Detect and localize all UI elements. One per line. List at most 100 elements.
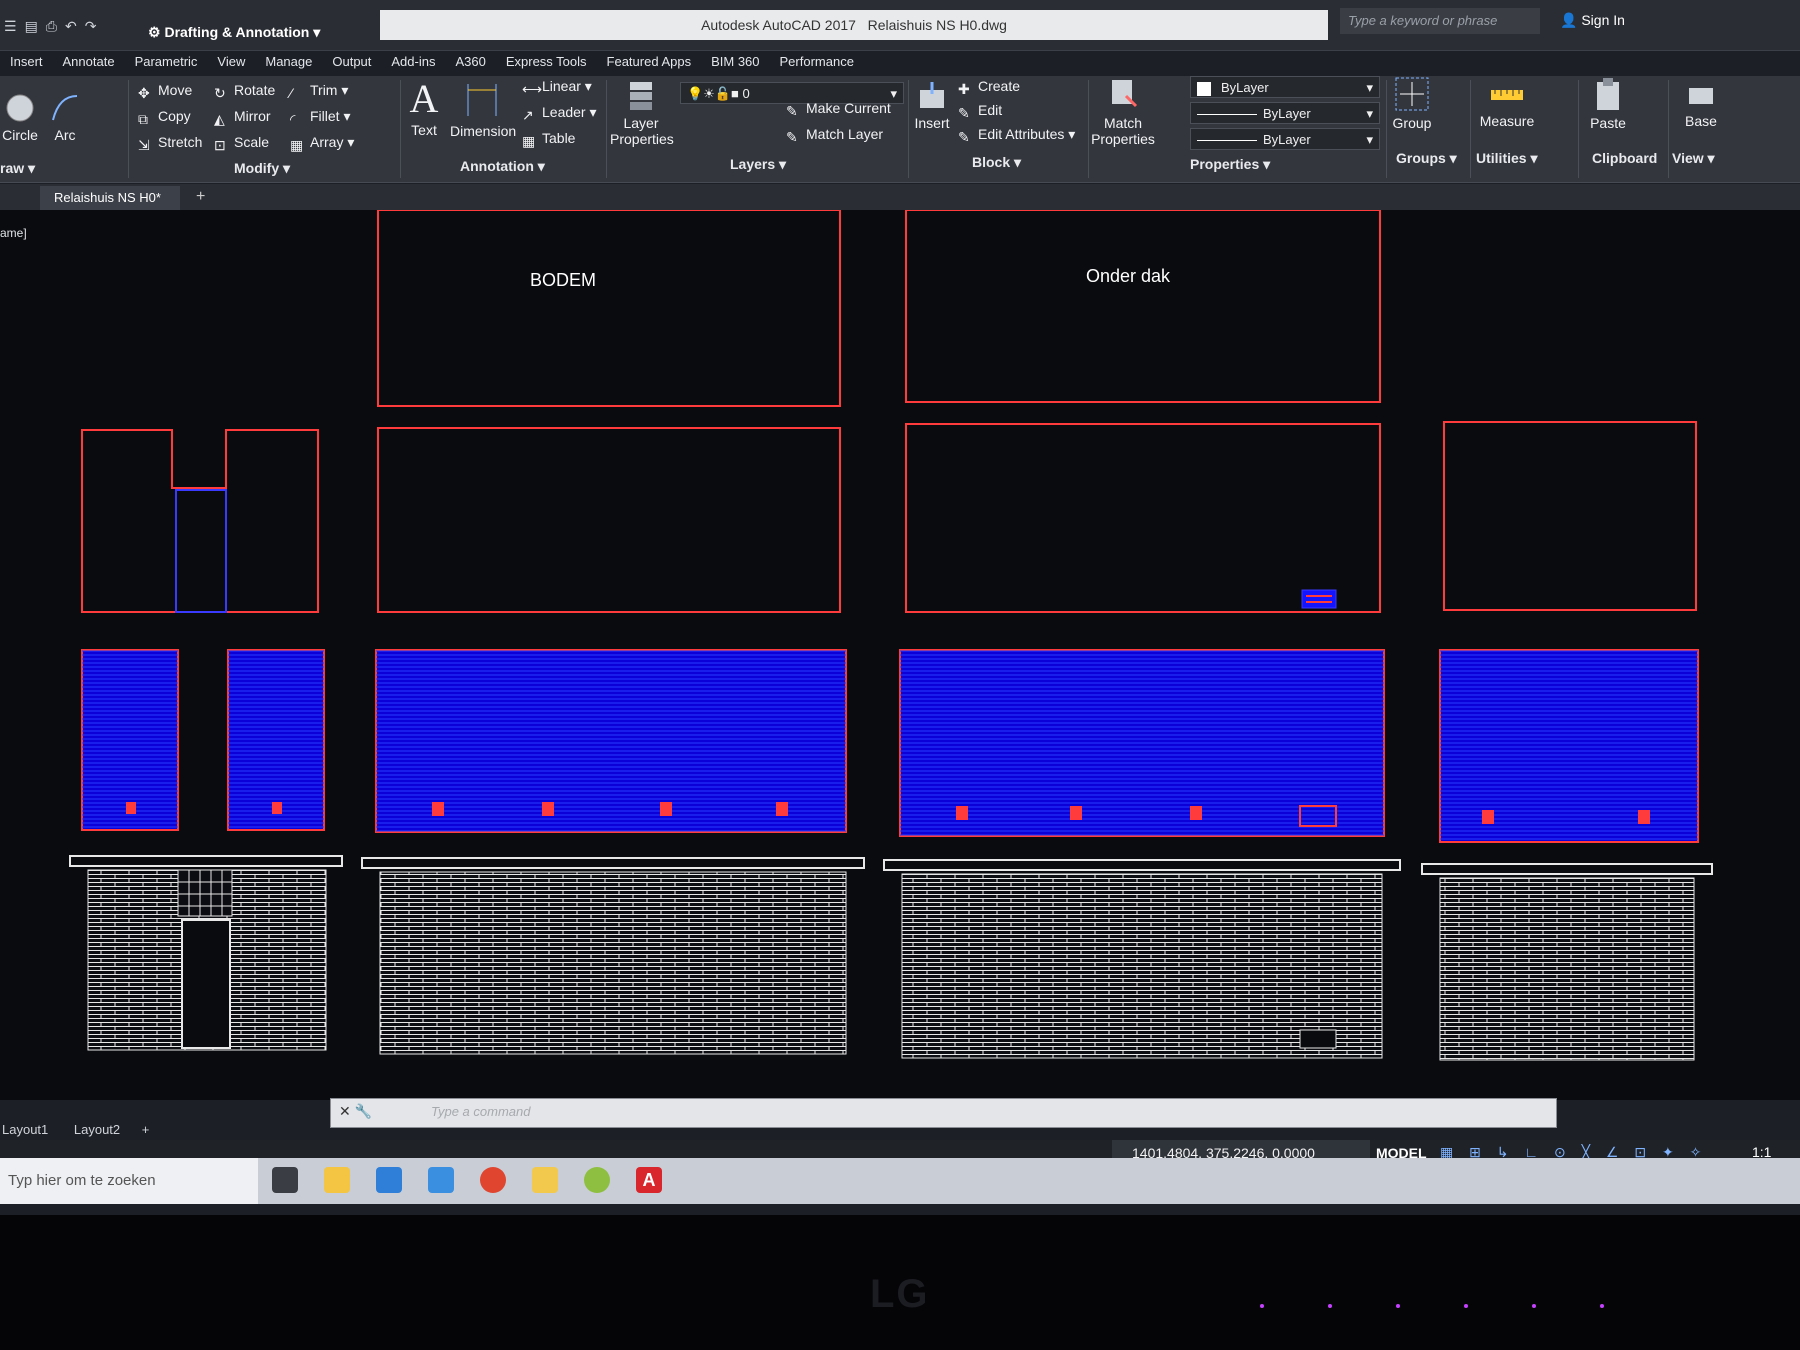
new-tab-icon[interactable]: + [196,188,205,206]
print-icon[interactable]: ⎙ [46,18,57,35]
tab-featured-apps[interactable]: Featured Apps [597,52,702,74]
open-icon[interactable]: ▤ [25,18,38,35]
fillet-button[interactable]: ◜ Fillet ▾ [290,108,350,127]
paste-button[interactable]: Paste [1582,76,1634,131]
linear-button[interactable]: ⟷Linear ▾ [522,78,592,97]
brick-wall-side[interactable] [1439,877,1695,1061]
tab-bim-360[interactable]: BIM 360 [701,52,769,74]
annotation-panel-title[interactable]: Annotation ▾ [460,158,545,175]
layer-properties-button[interactable]: Layer Properties [610,76,674,147]
draw-panel-title[interactable]: raw ▾ [0,160,35,177]
bodem-outline[interactable] [377,209,841,407]
task-view-icon[interactable] [272,1167,298,1193]
edit-block-button[interactable]: ✎ Edit [958,102,1002,121]
store-icon[interactable] [376,1167,402,1193]
modify-panel-title[interactable]: Modify ▾ [234,160,290,177]
door-outline[interactable] [175,489,227,613]
media-icon[interactable] [532,1167,558,1193]
edit-attributes-button[interactable]: ✎ Edit Attributes ▾ [958,126,1075,145]
door-opening[interactable] [181,919,231,1049]
properties-panel-title[interactable]: Properties ▾ [1190,156,1270,173]
tab-layout1[interactable]: Layout1 [2,1122,48,1137]
group-button[interactable]: Group [1390,76,1434,131]
dimension-button[interactable]: Dimension [450,76,516,139]
clipboard-panel-title[interactable]: Clipboard [1592,150,1657,166]
drawing-canvas[interactable]: BODEM Onder dak [0,209,1800,1100]
back-wall-outline[interactable] [905,423,1381,613]
tab-a360[interactable]: A360 [445,52,495,74]
insert-button[interactable]: Insert [910,82,954,131]
onder-dak-outline[interactable] [905,209,1381,403]
tab-add-ins[interactable]: Add-ins [381,52,445,74]
linetype-dropdown[interactable]: ByLayer ▾ [1190,102,1380,124]
tab-annotate[interactable]: Annotate [53,52,125,74]
block-panel-title[interactable]: Block ▾ [972,154,1021,171]
file-explorer-icon[interactable] [324,1167,350,1193]
menu-icon[interactable]: ☰ [4,18,17,35]
measure-button[interactable]: Measure [1474,80,1540,129]
view-panel-title[interactable]: View ▾ [1672,150,1715,167]
table-button[interactable]: ▦ Table [522,130,575,149]
tab-manage[interactable]: Manage [255,52,322,74]
copy-button[interactable]: ⧉ Copy [138,108,191,127]
anchor-marker [660,802,672,816]
front-wall-outline[interactable] [377,427,841,613]
side-wall-outline[interactable] [1443,421,1697,611]
layers-panel-title[interactable]: Layers ▾ [730,156,786,173]
chrome-icon[interactable] [480,1167,506,1193]
text-button[interactable]: A Text [406,76,442,138]
tab-parametric[interactable]: Parametric [125,52,208,74]
viewport-label[interactable]: ame] [0,226,27,240]
side-wall-door-outline[interactable] [81,429,319,613]
sign-in-button[interactable]: 👤 Sign In [1560,12,1625,29]
match-layer-button[interactable]: ✎ Match Layer [786,126,883,145]
roof-slab[interactable] [69,855,343,867]
search-input[interactable]: Type a keyword or phrase [1340,8,1540,34]
drawing-svg[interactable]: BODEM Onder dak [0,209,1800,1100]
close-icon[interactable]: ✕ 🔧 [339,1103,372,1120]
door-grille[interactable] [177,869,233,917]
scale-button[interactable]: ⊡ Scale [214,134,269,153]
add-layout-icon[interactable]: + [142,1122,150,1137]
color-dropdown[interactable]: ByLayer ▾ [1190,76,1380,98]
autocad-icon[interactable]: A [636,1167,662,1193]
vent-grille[interactable] [1299,1029,1337,1049]
document-tab[interactable]: Relaishuis NS H0* × [40,186,180,229]
base-button[interactable]: Base [1680,80,1722,129]
lineweight-dropdown[interactable]: ByLayer ▾ [1190,128,1380,150]
make-current-button[interactable]: ✎ Make Current [786,100,891,119]
utilities-panel-title[interactable]: Utilities ▾ [1476,150,1538,167]
tab-layout2[interactable]: Layout2 [74,1122,120,1137]
tab-view[interactable]: View [207,52,255,74]
roof-slab[interactable] [361,857,865,869]
layer-stack-icon [630,82,652,110]
arc-button[interactable]: Arc [48,92,82,143]
command-input[interactable]: Type a command [431,1104,530,1119]
command-line[interactable]: ✕ 🔧 Type a command [330,1098,1557,1128]
create-block-button[interactable]: ✚ Create [958,78,1020,97]
mail-icon[interactable] [428,1167,454,1193]
tab-performance[interactable]: Performance [770,52,864,74]
tab-output[interactable]: Output [322,52,381,74]
trim-button[interactable]: ⁄ Trim ▾ [290,82,348,101]
tab-insert[interactable]: Insert [0,52,53,74]
move-button[interactable]: ✥ Move [138,82,192,101]
app-icon[interactable] [584,1167,610,1193]
taskbar-search-input[interactable]: Typ hier om te zoeken [0,1158,258,1204]
undo-icon[interactable]: ↶ [65,18,77,35]
mirror-button[interactable]: ◭ Mirror [214,108,271,127]
tab-express-tools[interactable]: Express Tools [496,52,597,74]
circle-button[interactable]: Circle [2,92,38,143]
leader-button[interactable]: ↗ Leader ▾ [522,104,597,123]
match-properties-button[interactable]: Match Properties [1090,76,1156,147]
stretch-button[interactable]: ⇲ Stretch [138,134,202,153]
roof-slab[interactable] [1421,863,1713,875]
groups-panel-title[interactable]: Groups ▾ [1396,150,1457,167]
vent-block[interactable] [1301,589,1337,609]
roof-slab[interactable] [883,859,1401,871]
rotate-button[interactable]: ↻ Rotate [214,82,275,101]
workspace-switcher[interactable]: ⚙ Drafting & Annotation ▾ [148,24,320,41]
redo-icon[interactable]: ↷ [85,18,97,35]
brick-wall-front[interactable] [379,871,847,1055]
array-button[interactable]: ▦ Array ▾ [290,134,354,153]
